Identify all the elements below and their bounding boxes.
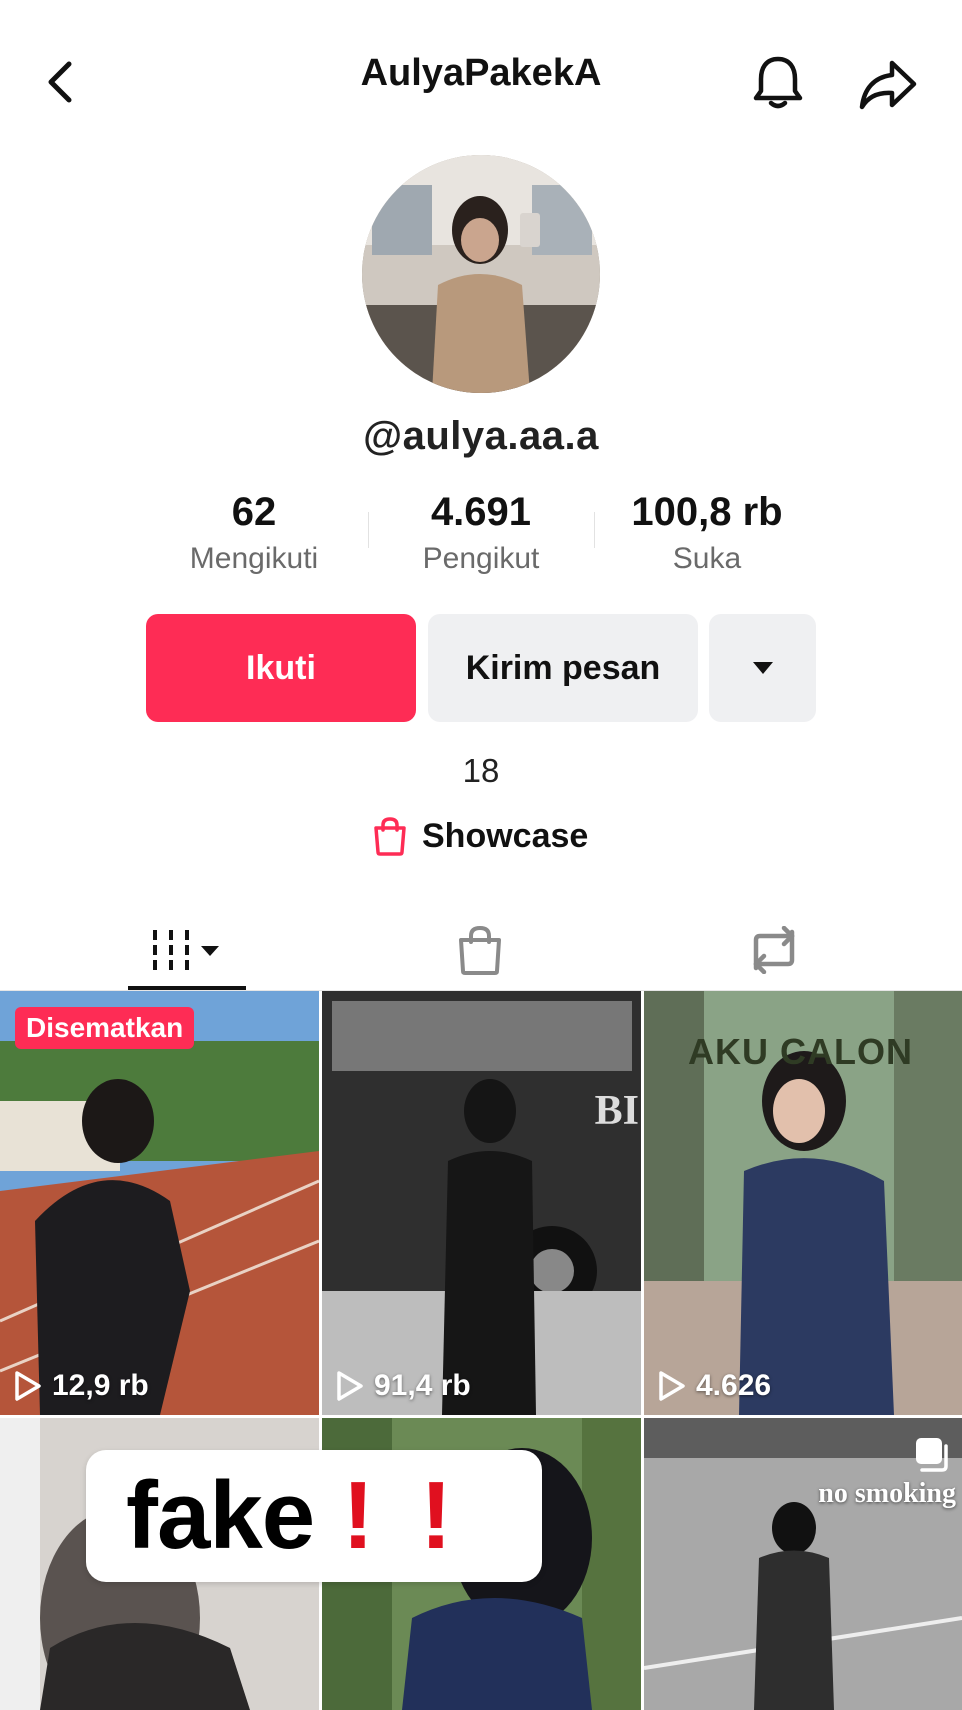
avatar-photo [362,155,600,393]
pinned-badge: Disematkan [15,1007,195,1049]
video-thumbnail[interactable]: Disematkan 12,9 rb [0,991,319,1415]
multi-photo-icon [912,1436,950,1477]
stat-likes[interactable]: 100,8 rb Suka [607,488,807,576]
stat-divider [594,512,595,548]
video-overlay-text: BI [594,1088,639,1134]
followers-count: 4.691 [430,490,532,534]
view-count: 4.626 [658,1369,771,1403]
stat-following[interactable]: 62 Mengikuti [154,488,354,576]
bio-text: 18 [462,752,500,789]
video-overlay-text: AKU CALON [688,1031,913,1072]
tab-videos[interactable] [128,912,246,988]
following-label: Mengikuti [189,542,319,575]
showcase-link[interactable]: Showcase [372,816,588,856]
play-icon [337,1371,363,1401]
share-button[interactable] [856,54,920,114]
message-button[interactable]: Kirim pesan [428,614,698,722]
video-thumbnail[interactable]: no smoking [644,1418,962,1710]
username: @aulya.aa.a [363,414,599,458]
repost-icon [753,926,795,974]
tab-shop[interactable] [430,912,530,988]
play-icon [15,1371,41,1401]
caret-down-icon [752,662,773,674]
tab-reposts[interactable] [724,912,824,988]
follow-button[interactable]: Ikuti [146,614,416,722]
view-count: 12,9 rb [14,1369,149,1403]
likes-label: Suka [672,542,742,575]
view-count: 91,4 rb [336,1369,471,1403]
view-count-text: 91,4 rb [374,1369,471,1402]
exclamation-icon: ! [420,1462,453,1569]
following-count: 62 [231,490,277,534]
suggested-accounts-button[interactable] [709,614,816,722]
video-thumbnail[interactable]: AKU CALON 4.626 [644,991,962,1415]
video-thumbnail-image [322,991,641,1415]
video-overlay-text: no smoking [818,1478,956,1509]
play-icon [659,1371,685,1401]
video-thumbnail[interactable]: BI 91,4 rb [322,991,641,1415]
followers-label: Pengikut [422,542,540,575]
avatar[interactable] [362,155,600,393]
bell-icon [753,56,803,109]
shopping-bag-icon [459,925,501,975]
notification-button[interactable] [748,52,808,112]
showcase-label: Showcase [422,816,589,855]
stat-divider [368,512,369,548]
view-count-text: 12,9 rb [52,1369,149,1402]
video-thumbnail-image [0,991,319,1415]
view-count-text: 4.626 [696,1369,772,1402]
fake-sticker-text: fake [126,1462,315,1569]
videos-grid-icon [153,930,219,970]
stat-followers[interactable]: 4.691 Pengikut [381,488,581,576]
fake-sticker: fake ! ! [86,1450,542,1582]
shopping-bag-icon [374,817,406,856]
page-title: AulyaPakekA [360,52,602,94]
share-arrow-icon [859,60,917,110]
likes-count: 100,8 rb [631,490,783,534]
exclamation-icon: ! [342,1462,375,1569]
